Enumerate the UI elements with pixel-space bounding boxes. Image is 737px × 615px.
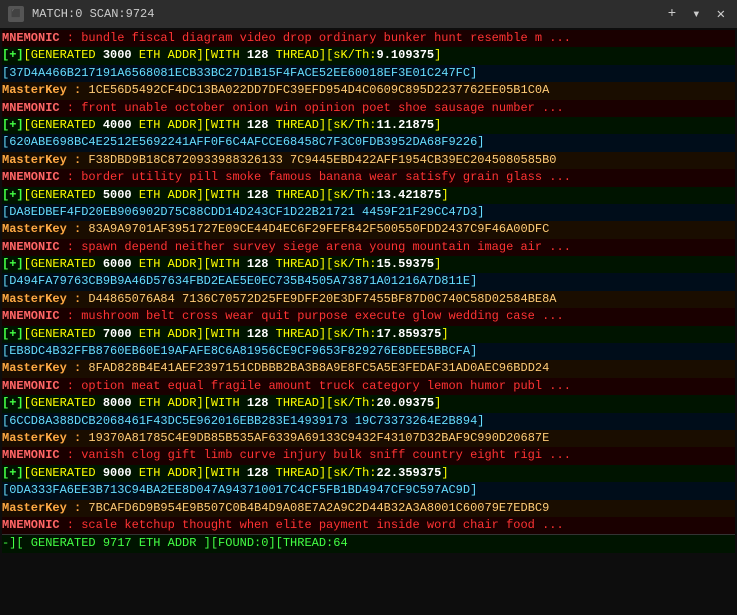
terminal-line-19: MasterKey : 8FAD828B4E41AEF2397151CDBBB2… bbox=[2, 360, 735, 377]
terminal-line-4: MNEMONIC : front unable october onion wi… bbox=[2, 100, 735, 117]
terminal-line-7: MasterKey : F38DBD9B18C8720933988326133 … bbox=[2, 152, 735, 169]
terminal-line-18: [EB8DC4B32FFB8760EB60E19AFAFE8C6A81956CE… bbox=[2, 343, 735, 360]
terminal-line-23: MasterKey : 19370A81785C4E9DB85B535AF633… bbox=[2, 430, 735, 447]
terminal-line-13: [+][GENERATED 6000 ETH ADDR][WITH 128 TH… bbox=[2, 256, 735, 273]
tab-dropdown-button[interactable]: ▾ bbox=[688, 6, 704, 23]
title-bar-text: MATCH:0 SCAN:9724 bbox=[32, 7, 656, 21]
terminal-line-5: [+][GENERATED 4000 ETH ADDR][WITH 128 TH… bbox=[2, 117, 735, 134]
terminal-line-1: [+][GENERATED 3000 ETH ADDR][WITH 128 TH… bbox=[2, 47, 735, 64]
app-icon: ⬛ bbox=[8, 6, 24, 22]
terminal-line-17: [+][GENERATED 7000 ETH ADDR][WITH 128 TH… bbox=[2, 326, 735, 343]
terminal-line-0: MNEMONIC : bundle fiscal diagram video d… bbox=[2, 30, 735, 47]
terminal-line-15: MasterKey : D44865076A84 7136C70572D25FE… bbox=[2, 291, 735, 308]
new-tab-button[interactable]: + bbox=[664, 6, 680, 22]
terminal-line-8: MNEMONIC : border utility pill smoke fam… bbox=[2, 169, 735, 186]
terminal-line-3: MasterKey : 1CE56D5492CF4DC13BA022DD7DFC… bbox=[2, 82, 735, 99]
terminal-content: MNEMONIC : bundle fiscal diagram video d… bbox=[0, 28, 737, 615]
title-bar: ⬛ MATCH:0 SCAN:9724 + ▾ ✕ bbox=[0, 0, 737, 28]
terminal-line-22: [6CCD8A388DCB2068461F43DC5E962016EBB283E… bbox=[2, 413, 735, 430]
terminal-line-20: MNEMONIC : option meat equal fragile amo… bbox=[2, 378, 735, 395]
terminal-line-29: -][ GENERATED 9717 ETH ADDR ][FOUND:0][T… bbox=[2, 534, 735, 552]
terminal-line-14: [D494FA79763CB9B9A46D57634FBD2EAE5E0EC73… bbox=[2, 273, 735, 290]
terminal-line-9: [+][GENERATED 5000 ETH ADDR][WITH 128 TH… bbox=[2, 187, 735, 204]
terminal-line-16: MNEMONIC : mushroom belt cross wear quit… bbox=[2, 308, 735, 325]
terminal-line-24: MNEMONIC : vanish clog gift limb curve i… bbox=[2, 447, 735, 464]
terminal-line-2: [37D4A466B217191A6568081ECB33BC27D1B15F4… bbox=[2, 65, 735, 82]
terminal-line-10: [DA8EDBEF4FD20EB906902D75C88CDD14D243CF1… bbox=[2, 204, 735, 221]
terminal-line-28: MNEMONIC : scale ketchup thought when el… bbox=[2, 517, 735, 534]
terminal-line-26: [0DA333FA6EE3B713C94BA2EE8D047A943710017… bbox=[2, 482, 735, 499]
terminal-line-25: [+][GENERATED 9000 ETH ADDR][WITH 128 TH… bbox=[2, 465, 735, 482]
terminal-line-27: MasterKey : 7BCAFD6D9B954E9B507C0B4B4D9A… bbox=[2, 500, 735, 517]
terminal-line-6: [620ABE698BC4E2512E5692241AFF0F6C4AFCCE6… bbox=[2, 134, 735, 151]
main-window: ⬛ MATCH:0 SCAN:9724 + ▾ ✕ MNEMONIC : bun… bbox=[0, 0, 737, 615]
terminal-line-11: MasterKey : 83A9A9701AF3951727E09CE44D4E… bbox=[2, 221, 735, 238]
close-button[interactable]: ✕ bbox=[713, 6, 729, 23]
terminal-line-12: MNEMONIC : spawn depend neither survey s… bbox=[2, 239, 735, 256]
terminal-line-21: [+][GENERATED 8000 ETH ADDR][WITH 128 TH… bbox=[2, 395, 735, 412]
